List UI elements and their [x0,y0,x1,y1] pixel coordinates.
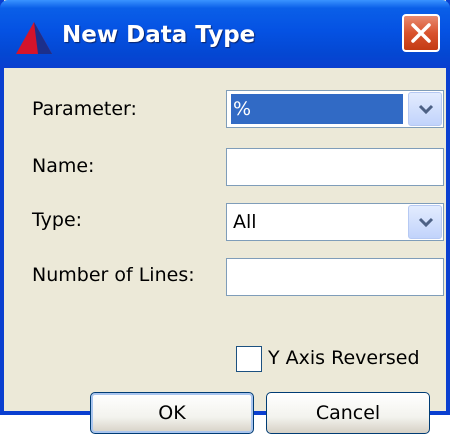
ok-button[interactable]: OK [90,392,254,434]
name-label: Name: [32,155,95,177]
number-of-lines-field[interactable] [226,258,444,296]
y-axis-reversed-checkbox[interactable] [236,346,262,372]
title-bar[interactable]: New Data Type [0,0,450,68]
type-value: All [233,211,257,233]
number-of-lines-label: Number of Lines: [32,264,195,286]
name-field[interactable] [226,148,444,186]
new-data-type-dialog: New Data Type Parameter: % Name: Type: A… [0,0,450,434]
y-axis-reversed-label[interactable]: Y Axis Reversed [268,343,420,373]
parameter-value: % [231,94,403,124]
type-label: Type: [32,209,83,231]
type-dropdown-button[interactable] [408,205,442,239]
dialog-title: New Data Type [62,22,256,48]
parameter-dropdown-button[interactable] [408,92,442,126]
close-icon [411,23,431,43]
chevron-down-icon [418,104,434,115]
name-value [231,152,233,182]
parameter-select[interactable]: % [226,90,444,128]
type-select[interactable]: All [226,203,444,241]
app-logo-icon [16,22,52,54]
close-button[interactable] [402,14,440,52]
chevron-down-icon [418,217,434,228]
parameter-label: Parameter: [32,98,137,120]
cancel-button[interactable]: Cancel [266,392,430,434]
number-of-lines-value [231,262,233,292]
